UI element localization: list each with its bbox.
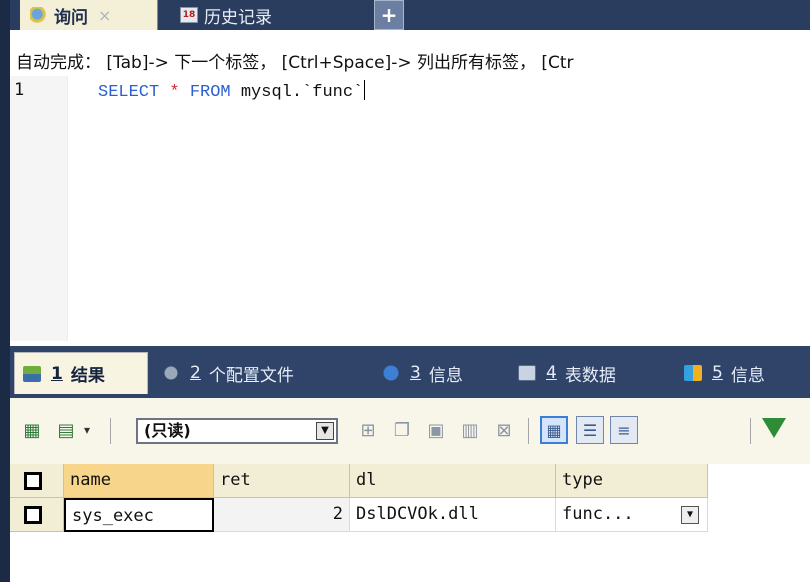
add-row-icon[interactable]: ⊞ <box>356 418 380 442</box>
tab-query-label: 询问 <box>54 7 88 28</box>
sql-editor[interactable]: 1 SELECT * FROM mysql.`func` <box>10 76 810 341</box>
tab-profile[interactable]: 2 个配置文件 <box>162 352 362 394</box>
tab-info-2[interactable]: 5 信息 <box>684 352 808 394</box>
table-cell-type-value: func... <box>562 504 634 524</box>
keyword-select: SELECT <box>98 83 160 102</box>
keyword-from: FROM <box>189 83 231 102</box>
text-view-icon[interactable]: ≡ <box>610 416 638 444</box>
select-arrow-icon[interactable]: ▼ <box>316 422 334 440</box>
tab-history[interactable]: 18 历史记录 <box>170 0 370 30</box>
export-grid-icon[interactable]: ▦ <box>20 418 44 442</box>
cancel-changes-icon[interactable]: ⊠ <box>492 418 516 442</box>
duplicate-row-icon[interactable]: ❐ <box>390 418 414 442</box>
profile-icon <box>162 365 180 381</box>
autocomplete-hint: 自动完成： [Tab]-> 下一个标签， [Ctrl+Space]-> 列出所有… <box>16 53 574 73</box>
query-icon <box>30 7 48 23</box>
text-caret <box>364 80 366 100</box>
column-header-dl[interactable]: dl <box>350 464 556 498</box>
info-color-icon <box>684 365 702 381</box>
tab-profile-label: 个配置文件 <box>208 365 294 386</box>
tab-table-data[interactable]: 4 表数据 <box>518 352 668 394</box>
table-icon <box>518 365 536 381</box>
tab-results-label: 结果 <box>70 366 105 386</box>
tab-results-num: 1 <box>51 363 63 384</box>
readonly-mode-select[interactable]: (只读) ▼ <box>136 418 338 444</box>
result-tab-bar: 1 结果 2 个配置文件 3 信息 4 表数据 5 信息 <box>10 346 810 398</box>
line-gutter: 1 <box>10 76 68 341</box>
tab-info-2-label: 信息 <box>730 365 765 386</box>
toolbar-divider-3 <box>750 418 751 444</box>
select-all-header[interactable] <box>10 464 64 498</box>
table-cell-dl[interactable]: DslDCVOk.dll <box>350 498 556 532</box>
line-number: 1 <box>14 80 25 100</box>
grid-icon <box>23 365 41 382</box>
tab-profile-num: 2 <box>190 363 201 383</box>
save-icon[interactable]: ▣ <box>424 418 448 442</box>
toolbar-divider <box>110 418 111 444</box>
tab-query[interactable]: 询问 × <box>20 0 158 30</box>
info-icon <box>382 365 400 381</box>
operator-star: * <box>169 83 180 102</box>
table-cell-type[interactable]: func... ▼ <box>556 498 708 532</box>
tab-info[interactable]: 3 信息 <box>382 352 506 394</box>
tab-history-label: 历史记录 <box>204 7 272 28</box>
form-view-icon[interactable]: ☰ <box>576 416 604 444</box>
result-toolbar: ▦ ▤ ▾ (只读) ▼ ⊞ ❐ ▣ ▥ ⊠ ▦ ☰ ≡ <box>10 398 810 464</box>
checkbox-icon[interactable] <box>24 506 42 524</box>
tab-table-data-num: 4 <box>546 363 557 383</box>
grid-view-icon[interactable]: ▦ <box>540 416 568 444</box>
tab-info-2-num: 5 <box>712 363 723 383</box>
close-icon[interactable]: × <box>98 6 111 25</box>
chevron-down-icon[interactable]: ▾ <box>80 418 94 442</box>
tab-info-num: 3 <box>410 363 421 383</box>
table-cell-ret[interactable]: 2 <box>214 498 350 532</box>
delete-icon[interactable]: ▥ <box>458 418 482 442</box>
filter-icon[interactable] <box>762 418 786 438</box>
checkbox-icon[interactable] <box>24 472 42 490</box>
query-tab-bar: 询问 × 18 历史记录 + <box>10 0 810 30</box>
column-header-ret[interactable]: ret <box>214 464 350 498</box>
column-header-type[interactable]: type <box>556 464 708 498</box>
readonly-mode-value: (只读) <box>144 421 191 440</box>
calendar-icon: 18 <box>180 7 198 23</box>
import-icon[interactable]: ▤ <box>54 418 78 442</box>
table-identifier: mysql.`func` <box>240 83 364 102</box>
tab-table-data-label: 表数据 <box>564 365 616 386</box>
tab-results[interactable]: 1 结果 <box>14 352 148 394</box>
table-cell-name[interactable]: sys_exec <box>64 498 214 532</box>
row-select[interactable] <box>10 498 64 532</box>
chevron-down-icon[interactable]: ▼ <box>681 506 699 524</box>
add-tab-button[interactable]: + <box>374 0 404 30</box>
left-rail <box>0 0 10 582</box>
toolbar-divider-2 <box>528 418 529 444</box>
column-header-name[interactable]: name <box>64 464 214 498</box>
code-line[interactable]: SELECT * FROM mysql.`func` <box>98 80 366 102</box>
tab-info-label: 信息 <box>428 365 463 386</box>
